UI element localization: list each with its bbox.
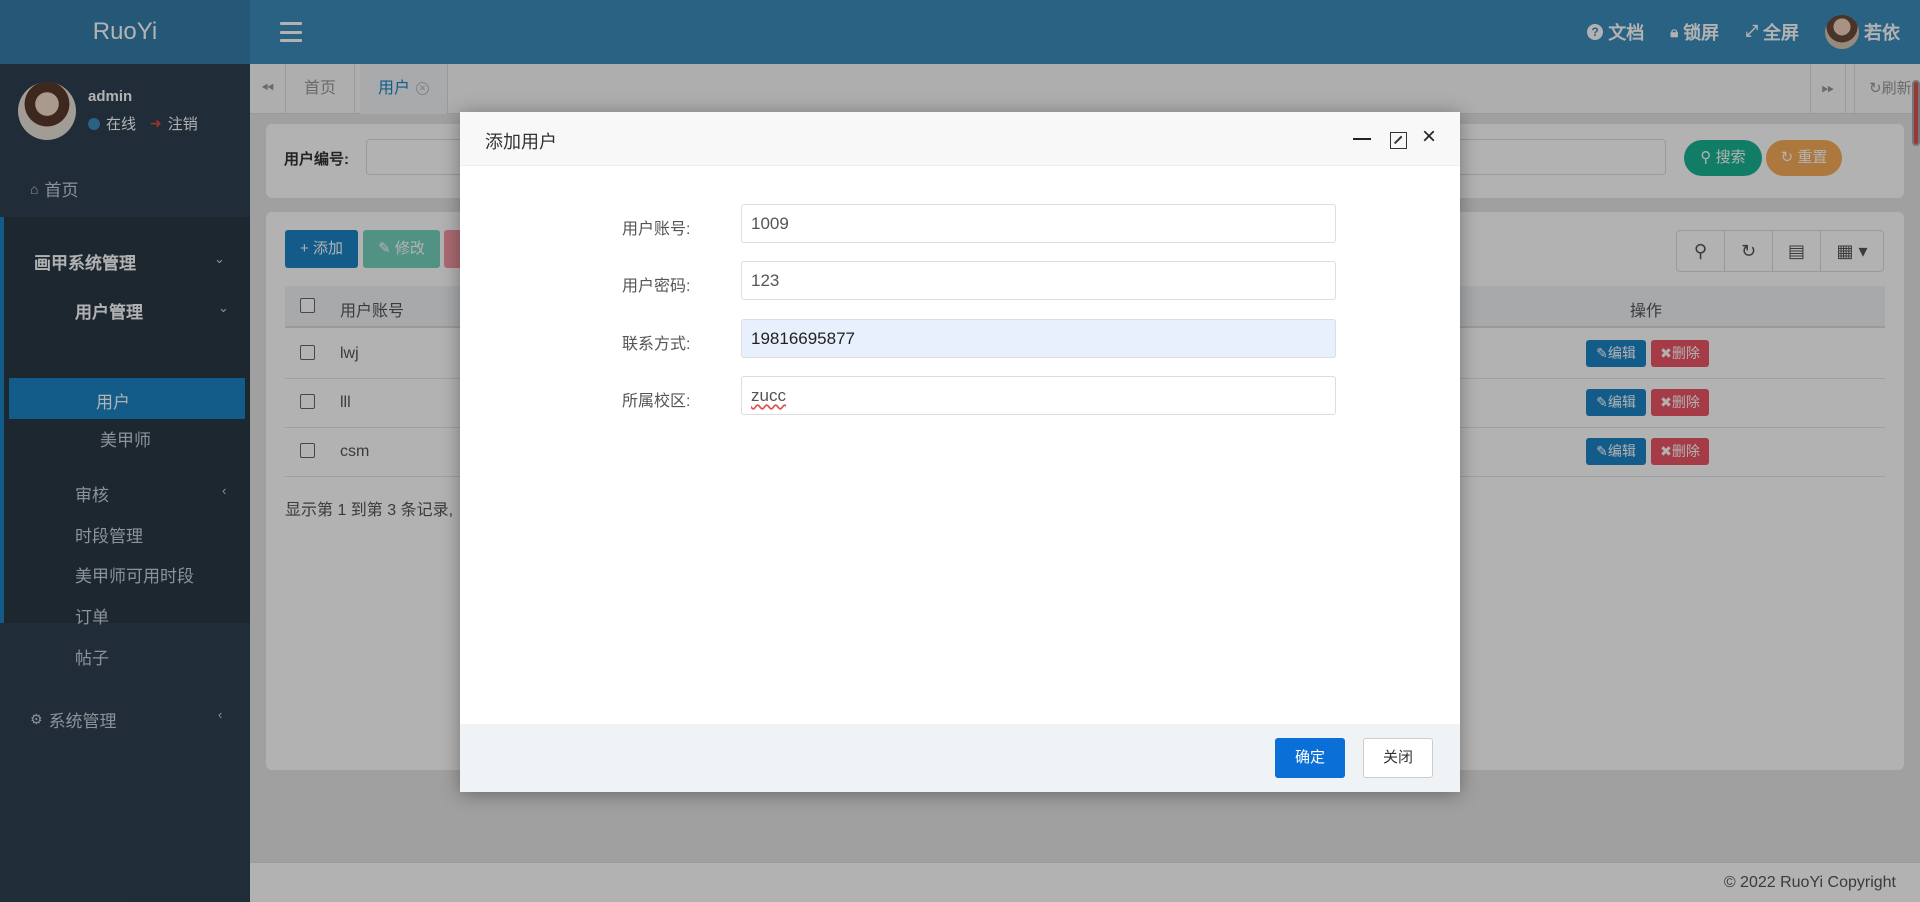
form-row-campus: 所属校区: zucc <box>460 376 1460 416</box>
contact-field[interactable] <box>741 319 1336 358</box>
campus-label: 所属校区: <box>622 393 691 410</box>
account-label: 用户账号: <box>622 221 691 238</box>
close-icon[interactable]: × <box>1422 125 1436 149</box>
account-field[interactable] <box>741 204 1336 243</box>
dialog-title: 添加用户 <box>485 132 557 152</box>
password-field[interactable] <box>741 261 1336 300</box>
form-row-password: 用户密码: <box>460 261 1460 301</box>
add-user-dialog: 添加用户 × 用户账号: 用户密码: 联系方式: 所属校区: zucc 确定 关… <box>460 112 1460 792</box>
password-label: 用户密码: <box>622 278 691 295</box>
form-row-contact: 联系方式: <box>460 319 1460 359</box>
contact-label: 联系方式: <box>622 336 691 353</box>
close-button[interactable]: 关闭 <box>1363 738 1433 778</box>
dialog-footer: 确定 关闭 <box>460 724 1460 792</box>
minimize-icon[interactable] <box>1353 138 1371 140</box>
campus-value: zucc <box>751 386 786 405</box>
confirm-button[interactable]: 确定 <box>1275 738 1345 778</box>
form-row-account: 用户账号: <box>460 204 1460 244</box>
dialog-header: 添加用户 × <box>460 112 1460 166</box>
maximize-icon[interactable] <box>1390 132 1407 149</box>
campus-field[interactable]: zucc <box>741 376 1336 415</box>
